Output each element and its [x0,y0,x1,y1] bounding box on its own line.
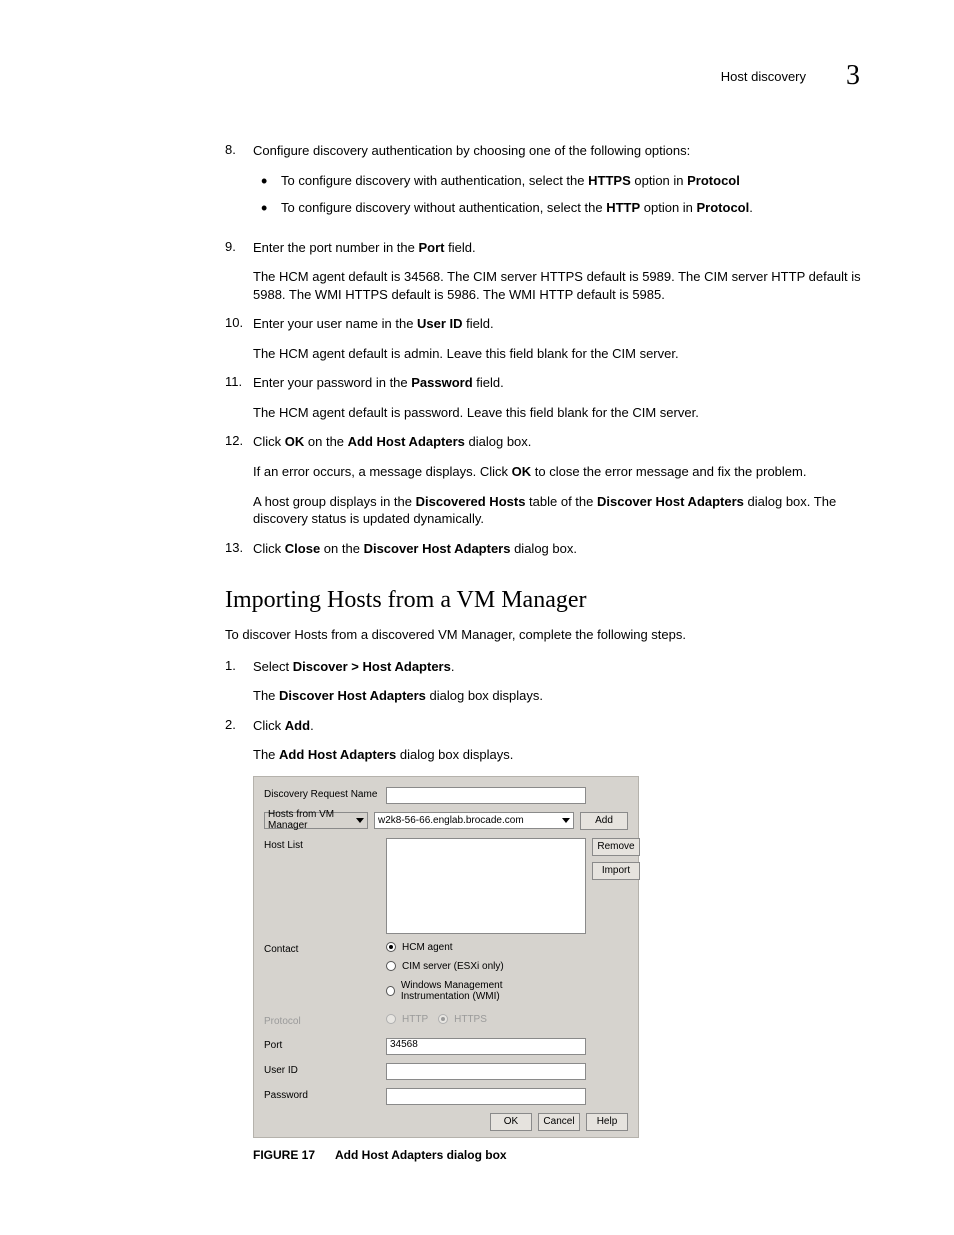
step-para: The HCM agent default is admin. Leave th… [253,345,866,363]
step-para: The Discover Host Adapters dialog box di… [253,687,866,705]
label-protocol: Protocol [264,1014,380,1030]
remove-button[interactable]: Remove [592,838,640,856]
step-lead: Select Discover > Host Adapters. [253,658,866,676]
import-button[interactable]: Import [592,862,640,880]
label-password: Password [264,1088,380,1104]
figure-caption: FIGURE 17Add Host Adapters dialog box [253,1148,866,1162]
steps-list: 8. Configure discovery authentication by… [225,142,866,557]
label-discovery-request: Discovery Request Name [264,787,380,803]
section-heading: Importing Hosts from a VM Manager [225,587,866,614]
step-lead: Configure discovery authentication by ch… [253,142,866,160]
radio-http: HTTP [386,1014,428,1025]
step-lead: Click OK on the Add Host Adapters dialog… [253,433,866,451]
cancel-button[interactable]: Cancel [538,1113,580,1131]
step-number: 13. [225,540,253,558]
radio-cim-server[interactable]: CIM server (ESXi only) [386,961,574,972]
page-header: Host discovery 3 [225,60,866,92]
host-list[interactable] [386,838,586,934]
bullet-item: To configure discovery without authentic… [253,199,866,217]
port-input[interactable]: 34568 [386,1038,586,1055]
radio-hcm-agent[interactable]: HCM agent [386,942,574,953]
add-button[interactable]: Add [580,812,628,830]
bullet-item: To configure discovery with authenticati… [253,172,866,190]
userid-input[interactable] [386,1063,586,1080]
label-port: Port [264,1038,380,1054]
step-para: The HCM agent default is 34568. The CIM … [253,268,866,303]
label-contact: Contact [264,942,380,958]
step-lead: Enter your user name in the User ID fiel… [253,315,866,333]
ok-button[interactable]: OK [490,1113,532,1131]
step-number: 2. [225,717,253,764]
step-lead: Enter your password in the Password fiel… [253,374,866,392]
step-number: 9. [225,239,253,304]
step-number: 10. [225,315,253,362]
step-lead: Click Add. [253,717,866,735]
step-number: 12. [225,433,253,527]
label-host-list: Host List [264,838,380,854]
step-para: If an error occurs, a message displays. … [253,463,866,481]
step-number: 1. [225,658,253,705]
steps-list-2: 1. Select Discover > Host Adapters. The … [225,658,866,764]
radio-wmi[interactable]: Windows Management Instrumentation (WMI) [386,980,574,1002]
password-input[interactable] [386,1088,586,1105]
source-dropdown[interactable]: Hosts from VM Manager [264,812,368,829]
add-host-adapters-dialog: Discovery Request Name Hosts from VM Man… [253,776,639,1138]
chapter-number: 3 [846,60,860,92]
label-userid: User ID [264,1063,380,1079]
header-title: Host discovery [721,69,806,84]
vm-manager-select[interactable]: w2k8-56-66.englab.brocade.com [374,812,574,829]
step-lead: Click Close on the Discover Host Adapter… [253,540,866,558]
step-number: 11. [225,374,253,421]
chevron-down-icon [356,818,364,823]
radio-https: HTTPS [438,1014,487,1025]
chevron-down-icon [562,818,570,823]
step-para: A host group displays in the Discovered … [253,493,866,528]
step-lead: Enter the port number in the Port field. [253,239,866,257]
step-number: 8. [225,142,253,227]
discovery-request-input[interactable] [386,787,586,804]
step-para: The HCM agent default is password. Leave… [253,404,866,422]
step-para: The Add Host Adapters dialog box display… [253,746,866,764]
section-intro: To discover Hosts from a discovered VM M… [225,626,866,644]
help-button[interactable]: Help [586,1113,628,1131]
